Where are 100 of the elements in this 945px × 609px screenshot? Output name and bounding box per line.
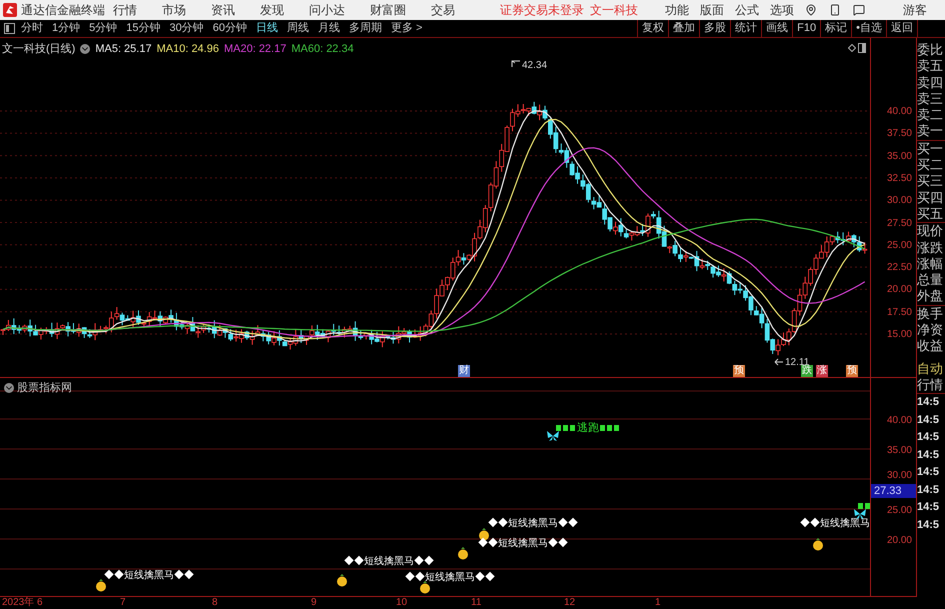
tool-button[interactable]: 统计 [730, 20, 762, 38]
ma-value: MA60: 22.34 [291, 42, 354, 57]
pin-icon[interactable] [805, 4, 817, 16]
coin-icon [812, 538, 824, 551]
value-axis-label: 20.00 [886, 534, 912, 548]
tool-button[interactable]: F10 [792, 20, 820, 38]
menu-item[interactable]: 功能 [665, 1, 689, 19]
date-axis-label: 1 [655, 597, 661, 609]
quote-label: 买五 [917, 206, 945, 224]
chart-title: 文一科技(日线) [2, 42, 76, 57]
quote-label: 收益 [917, 338, 944, 355]
menu-item[interactable]: 问小达 [309, 1, 345, 19]
logo-icon [3, 3, 17, 17]
trade-time: 14:5 [917, 430, 940, 446]
period-tab[interactable]: 月线 [318, 20, 340, 37]
menu-item[interactable]: 行情 [113, 1, 137, 19]
tool-button[interactable]: 复权 [637, 20, 668, 38]
trade-time: 14:5 [917, 395, 940, 410]
panel-toggle-icon[interactable] [858, 43, 866, 53]
trade-time: 14:5 [917, 465, 940, 480]
trade-time: 14:5 [917, 448, 940, 463]
menu-item[interactable]: 发现 [260, 1, 284, 19]
price-axis-label: 15.00 [886, 328, 912, 342]
quote-label: 买三 [917, 173, 944, 190]
quote-label: 现价 [917, 223, 944, 240]
event-tag[interactable]: 财 [458, 365, 470, 377]
quote-label: 卖四 [917, 74, 944, 91]
menu-item[interactable]: 资讯 [211, 1, 235, 19]
trade-time: 14:5 [917, 412, 940, 428]
quote-label: 买二 [917, 157, 944, 174]
chevron-icon[interactable] [80, 44, 90, 54]
date-axis-label: 2023年 6 [2, 597, 43, 609]
quote-label: 净资 [917, 322, 944, 338]
period-tab[interactable]: 1分钟 [52, 20, 80, 37]
trade-time: 14:5 [917, 482, 940, 498]
quote-label: 卖二 [917, 107, 944, 124]
menu-item[interactable]: 版面 [700, 1, 724, 19]
tool-button[interactable]: 标记 [820, 20, 852, 38]
menu-item[interactable]: 财富圈 [370, 1, 406, 19]
stock-name: 文一科技 [590, 2, 638, 19]
price-axis-label: 40.00 [886, 105, 912, 119]
quote-label: 卖五 [917, 58, 944, 75]
value-axis-label: 30.00 [886, 469, 912, 483]
signal-label: ◆◆短线擒黑马◆◆ [104, 570, 194, 582]
pointer-arrow-icon [774, 358, 784, 366]
tool-button[interactable]: 叠加 [668, 20, 700, 38]
period-tab[interactable]: 多周期 [349, 20, 382, 37]
tool-button[interactable]: •自选 [851, 20, 886, 38]
period-tab[interactable]: 60分钟 [212, 20, 247, 37]
menu-item[interactable]: 选项 [770, 1, 794, 19]
ma-value: MA5: 25.17 [95, 42, 152, 57]
date-axis-label: 7 [120, 597, 126, 609]
value-axis-label: 40.00 [886, 414, 912, 428]
price-axis-label: 30.00 [886, 194, 912, 208]
menu-item[interactable]: 公式 [735, 1, 759, 19]
price-axis-label: 37.50 [886, 127, 912, 142]
coin-icon [95, 579, 107, 592]
high-price-label: 42.34 [522, 59, 548, 73]
indicator-title: 股票指标网 [17, 381, 72, 396]
ma-value: MA10: 24.96 [156, 42, 219, 57]
trade-time: 14:5 [917, 518, 940, 533]
date-axis-label: 8 [212, 597, 218, 609]
tool-button[interactable]: 返回 [886, 20, 917, 38]
date-axis-label: 12 [564, 597, 576, 609]
price-axis-label: 17.50 [886, 306, 912, 320]
price-axis-label: 20.00 [886, 283, 912, 298]
menu-item[interactable]: 交易 [431, 1, 455, 19]
period-tab[interactable]: 更多 > [391, 20, 422, 37]
phone-icon[interactable] [829, 4, 841, 16]
event-tag[interactable]: 涨 [816, 365, 828, 377]
user-label[interactable]: 游客 [903, 1, 927, 19]
market-label[interactable]: 行情 [917, 376, 945, 394]
pointer-arrow-icon [511, 60, 521, 68]
signal-label: ◆◆短线擒黑马 [800, 518, 870, 530]
period-tab[interactable]: 日线 [256, 20, 278, 37]
period-tab[interactable]: 分时 [21, 20, 43, 37]
quote-label: 卖三 [917, 90, 944, 108]
quote-label: 换手 [917, 306, 944, 322]
period-tab[interactable]: 30分钟 [170, 20, 204, 37]
price-axis-label: 32.50 [886, 172, 912, 186]
tool-button[interactable]: 多股 [699, 20, 730, 38]
butterfly-icon [546, 430, 560, 442]
square-marks-icon [556, 425, 576, 432]
period-tab[interactable]: 5分钟 [89, 20, 118, 37]
period-tab[interactable]: 15分钟 [126, 20, 160, 37]
signal-label: ◆◆短线擒黑马◆◆ [478, 538, 568, 550]
quote-label: 涨跌 [917, 240, 944, 256]
quote-label: 涨幅 [917, 256, 944, 272]
tool-button[interactable]: 画线 [761, 20, 792, 38]
diamond-icon[interactable] [848, 44, 856, 52]
square-marks-icon [600, 425, 620, 432]
period-tab[interactable]: 周线 [287, 20, 309, 37]
menu-item[interactable]: 市场 [162, 1, 186, 19]
login-notice[interactable]: 证券交易未登录 [500, 1, 584, 19]
chevron-icon[interactable] [4, 383, 14, 394]
chat-icon[interactable] [853, 4, 865, 16]
value-axis-label: 25.00 [886, 504, 912, 518]
panel-icon[interactable] [4, 23, 15, 34]
auto-label[interactable]: 自动 [917, 360, 945, 377]
coin-icon [419, 581, 431, 594]
